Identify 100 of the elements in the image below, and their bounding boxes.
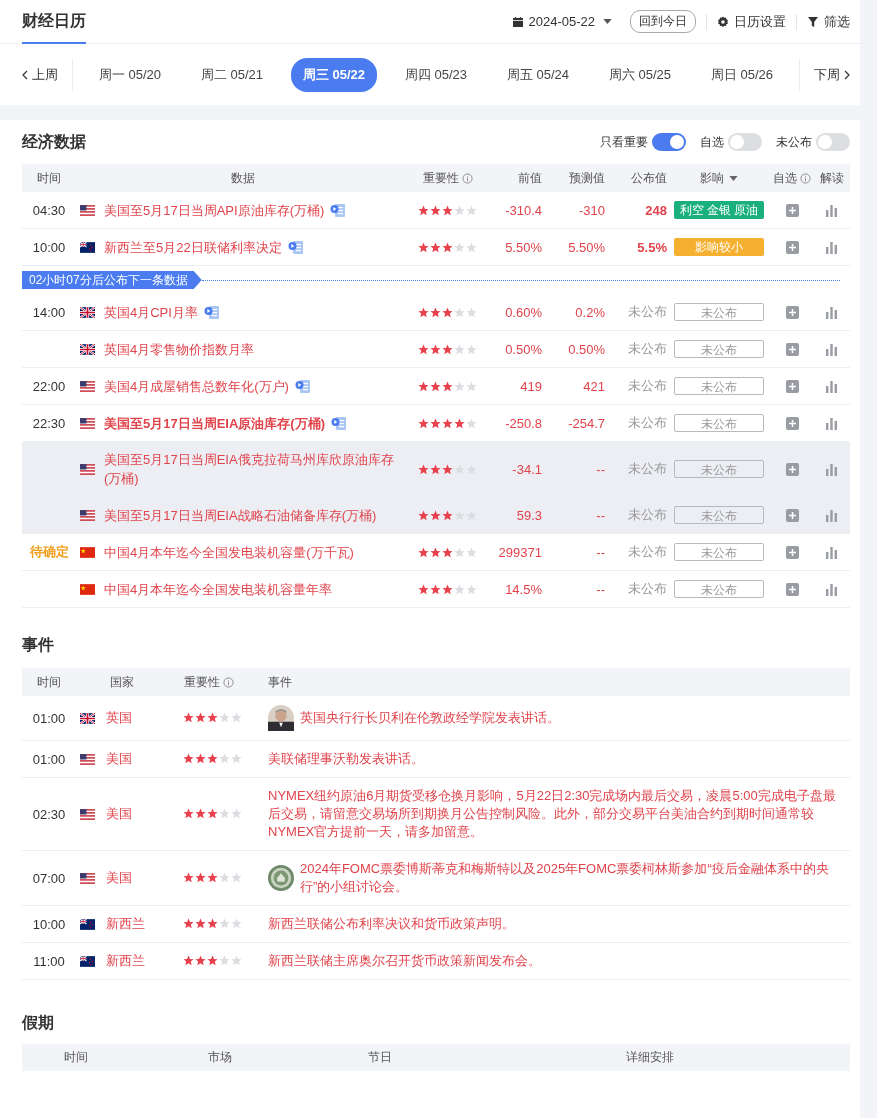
date-picker[interactable]: 2024-05-22 — [511, 14, 612, 29]
indicator-link[interactable]: 美国至5月17日当周EIA原油库存(万桶) — [104, 413, 410, 433]
star-icon — [454, 241, 465, 253]
impact-tag: 利空 金银 原油 — [674, 201, 764, 219]
star-icon — [442, 546, 453, 558]
previous-value: 0.60% — [505, 304, 542, 320]
bar-chart-icon[interactable] — [825, 416, 838, 430]
time-text: 01:00 — [32, 751, 66, 767]
indicator-link[interactable]: 新西兰至5月22日联储利率决定 — [104, 237, 410, 257]
bar-chart-icon[interactable] — [825, 203, 838, 217]
indicator-link[interactable]: 美国至5月17日当周EIA战略石油储备库存(万桶) — [104, 505, 410, 525]
star-icon — [231, 807, 242, 819]
star-icon — [231, 871, 242, 883]
day-tab[interactable]: 周三 05/22 — [290, 57, 378, 92]
today-button[interactable]: 回到今日 — [630, 10, 696, 33]
column-header: 公布值 — [630, 169, 667, 187]
indicator-link[interactable]: 中国4月本年迄今全国发电装机容量(万千瓦) — [104, 542, 410, 562]
next-week-button[interactable]: 下周 — [799, 58, 850, 91]
page-title[interactable]: 财经日历 — [22, 0, 86, 44]
add-icon[interactable] — [785, 582, 799, 596]
impact-sort-header[interactable]: 影响 — [667, 169, 771, 187]
time-text: 22:00 — [32, 378, 66, 394]
bar-chart-icon[interactable] — [825, 508, 838, 522]
indicator-link[interactable]: 中国4月本年迄今全国发电装机容量年率 — [104, 579, 410, 599]
add-icon[interactable] — [785, 545, 799, 559]
bar-chart-icon[interactable] — [825, 462, 838, 476]
actual-value: 未公布 — [628, 415, 667, 430]
forecast-value: -- — [596, 581, 605, 597]
add-icon[interactable] — [785, 342, 799, 356]
actual-value: 未公布 — [628, 507, 667, 522]
add-icon[interactable] — [785, 462, 799, 476]
impact-field: 未公布 — [674, 414, 764, 432]
indicator-link[interactable]: 美国至5月17日当周API原油库存(万桶) — [104, 200, 410, 220]
previous-week-button[interactable]: 上周 — [22, 58, 73, 91]
toggle-switch[interactable] — [652, 133, 686, 151]
country-name: 新西兰 — [106, 953, 145, 968]
impact-tag: 影响较小 — [674, 238, 764, 256]
time-text: 11:00 — [33, 953, 65, 969]
star-icon — [183, 807, 194, 819]
star-icon — [466, 241, 477, 253]
settings-icon — [717, 15, 729, 28]
add-icon[interactable] — [785, 240, 799, 254]
time-text: 02:30 — [32, 806, 66, 822]
flag-icon — [80, 546, 95, 558]
star-icon — [418, 583, 429, 595]
countdown-banner: 02小时07分后公布下一条数据 — [22, 271, 202, 289]
settings-button[interactable]: 日历设置 — [717, 12, 786, 31]
indicator-link[interactable]: 英国4月CPI月率 — [104, 302, 410, 322]
star-icon — [454, 583, 465, 595]
bar-chart-icon[interactable] — [825, 240, 838, 254]
forecast-value: -310 — [578, 202, 605, 218]
filter-button[interactable]: 筛选 — [807, 12, 850, 31]
indicator-link[interactable]: 美国至5月17日当周EIA俄克拉荷马州库欣原油库存(万桶) — [104, 450, 410, 488]
star-icon — [195, 807, 206, 819]
day-tab[interactable]: 周二 05/21 — [188, 57, 276, 92]
add-icon[interactable] — [785, 379, 799, 393]
day-tab[interactable]: 周日 05/26 — [698, 57, 786, 92]
bar-chart-icon[interactable] — [825, 582, 838, 596]
forecast-value: -- — [596, 461, 605, 477]
star-icon — [231, 954, 242, 966]
day-tab[interactable]: 周五 05/24 — [494, 57, 582, 92]
toggle-switch[interactable] — [728, 133, 762, 151]
flag-icon — [80, 306, 95, 318]
indicator-link[interactable]: 美国4月成屋销售总数年化(万户) — [104, 376, 410, 396]
caret-icon — [603, 19, 612, 24]
column-header: 详细安排 — [625, 1049, 675, 1066]
day-tab[interactable]: 周一 05/20 — [86, 57, 174, 92]
day-tab[interactable]: 周四 05/23 — [392, 57, 480, 92]
forecast-value: -254.7 — [568, 415, 605, 431]
day-tab[interactable]: 周六 05/25 — [596, 57, 684, 92]
toggle-switch[interactable] — [816, 133, 850, 151]
previous-value: -34.1 — [512, 461, 542, 477]
add-icon[interactable] — [785, 508, 799, 522]
flag-icon — [80, 463, 95, 475]
flag-icon — [80, 583, 95, 595]
previous-value: 299371 — [498, 544, 542, 560]
bar-chart-icon[interactable] — [825, 379, 838, 393]
document-icon[interactable] — [331, 415, 348, 431]
add-icon[interactable] — [785, 305, 799, 319]
bar-chart-icon[interactable] — [825, 545, 838, 559]
add-icon[interactable] — [785, 416, 799, 430]
column-header: 节日 — [367, 1049, 393, 1066]
bar-chart-icon[interactable] — [825, 342, 838, 356]
star-icon — [442, 509, 453, 521]
star-icon — [418, 241, 429, 253]
star-icon — [430, 417, 441, 429]
time-text: 待确定 — [29, 544, 69, 559]
chevron-right-icon — [844, 69, 850, 80]
document-icon[interactable] — [294, 378, 311, 394]
star-icon — [219, 752, 230, 764]
actual-value: 5.5% — [637, 239, 667, 255]
document-icon[interactable] — [287, 239, 304, 255]
indicator-link[interactable]: 英国4月零售物价指数月率 — [104, 339, 410, 359]
event-description: 美联储理事沃勒发表讲话。 — [268, 750, 424, 768]
document-icon[interactable] — [330, 202, 347, 218]
document-icon[interactable] — [203, 304, 220, 320]
star-icon — [195, 752, 206, 764]
previous-value: 0.50% — [505, 341, 542, 357]
add-icon[interactable] — [785, 203, 799, 217]
bar-chart-icon[interactable] — [825, 305, 838, 319]
